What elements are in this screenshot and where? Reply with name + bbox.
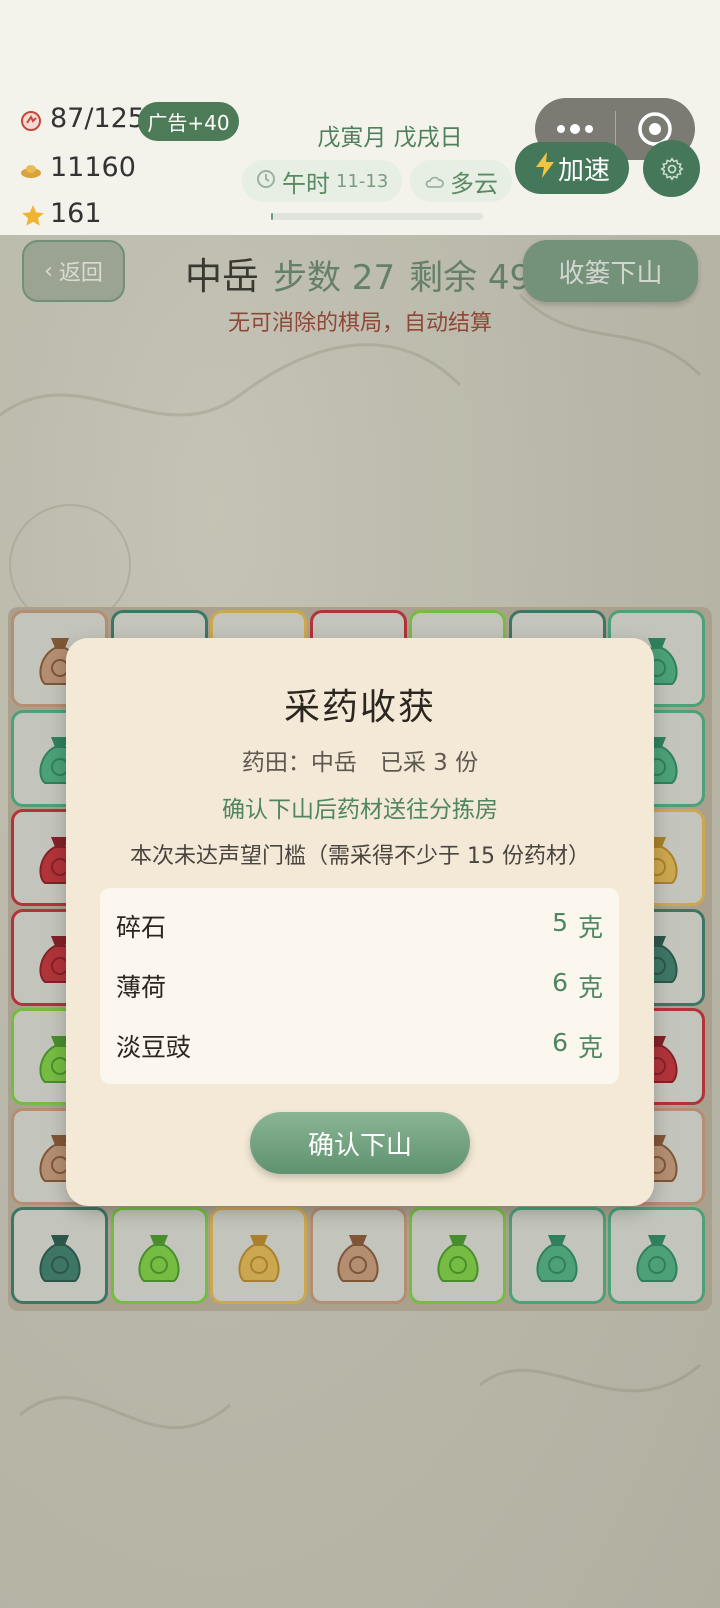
herb-unit: 克 bbox=[577, 1033, 603, 1062]
cloud-icon bbox=[424, 167, 444, 195]
herb-unit: 克 bbox=[577, 913, 603, 942]
list-item: 碎石 5 克 bbox=[116, 896, 603, 956]
herb-list: 碎石 5 克 薄荷 6 克 淡豆豉 6 克 bbox=[100, 888, 619, 1084]
herb-unit: 克 bbox=[577, 973, 603, 1002]
list-item: 薄荷 6 克 bbox=[116, 956, 603, 1016]
settings-button[interactable] bbox=[643, 140, 700, 197]
star-icon bbox=[20, 203, 44, 226]
time-pill: 午时 11-13 bbox=[242, 160, 403, 202]
speed-up-button[interactable]: 加速 bbox=[515, 142, 629, 194]
weather-pill: 多云 bbox=[410, 160, 512, 202]
herb-name: 薄荷 bbox=[116, 973, 167, 1002]
coin-value: 11160 bbox=[50, 152, 136, 183]
herb-amount: 6 bbox=[552, 1028, 568, 1057]
herb-quantity: 6 克 bbox=[552, 968, 603, 1004]
herb-name: 碎石 bbox=[116, 913, 167, 942]
time-range: 11-13 bbox=[336, 170, 389, 192]
herb-name: 淡豆豉 bbox=[116, 1033, 192, 1062]
threshold-note: 本次未达声望门槛（需采得不少于 15 份药材） bbox=[130, 844, 590, 869]
coin-counter: 11160 bbox=[20, 152, 136, 183]
clock-icon bbox=[256, 167, 276, 195]
harvest-dialog: 采药收获 药田：中岳 已采 3 份 确认下山后药材送往分拣房 本次未达声望门槛（… bbox=[66, 638, 654, 1206]
status-bar: 87/125 广告+40 11160 161 戊寅月 戊戌日 午时 11-13 … bbox=[0, 0, 720, 235]
time-label: 午时 bbox=[282, 169, 330, 198]
day-progress-fill bbox=[271, 213, 274, 220]
delivery-note: 确认下山后药材送往分拣房 bbox=[222, 797, 498, 823]
gear-icon bbox=[659, 156, 684, 181]
herb-amount: 6 bbox=[552, 968, 568, 997]
herb-quantity: 5 克 bbox=[552, 908, 603, 944]
more-dots-icon bbox=[556, 124, 593, 134]
confirm-descend-button[interactable]: 确认下山 bbox=[250, 1112, 470, 1174]
dialog-title: 采药收获 bbox=[283, 687, 436, 728]
field-summary: 药田：中岳 已采 3 份 bbox=[241, 750, 479, 776]
list-item: 淡豆豉 6 克 bbox=[116, 1016, 603, 1076]
star-counter: 161 bbox=[20, 198, 102, 229]
star-value: 161 bbox=[50, 198, 102, 229]
day-progress-bar bbox=[271, 213, 483, 220]
herb-amount: 5 bbox=[552, 908, 568, 937]
gold-ingot-icon bbox=[20, 157, 42, 179]
weather-label: 多云 bbox=[450, 169, 498, 198]
lightning-icon bbox=[534, 151, 556, 186]
herb-quantity: 6 克 bbox=[552, 1028, 603, 1064]
speed-up-label: 加速 bbox=[557, 155, 610, 186]
